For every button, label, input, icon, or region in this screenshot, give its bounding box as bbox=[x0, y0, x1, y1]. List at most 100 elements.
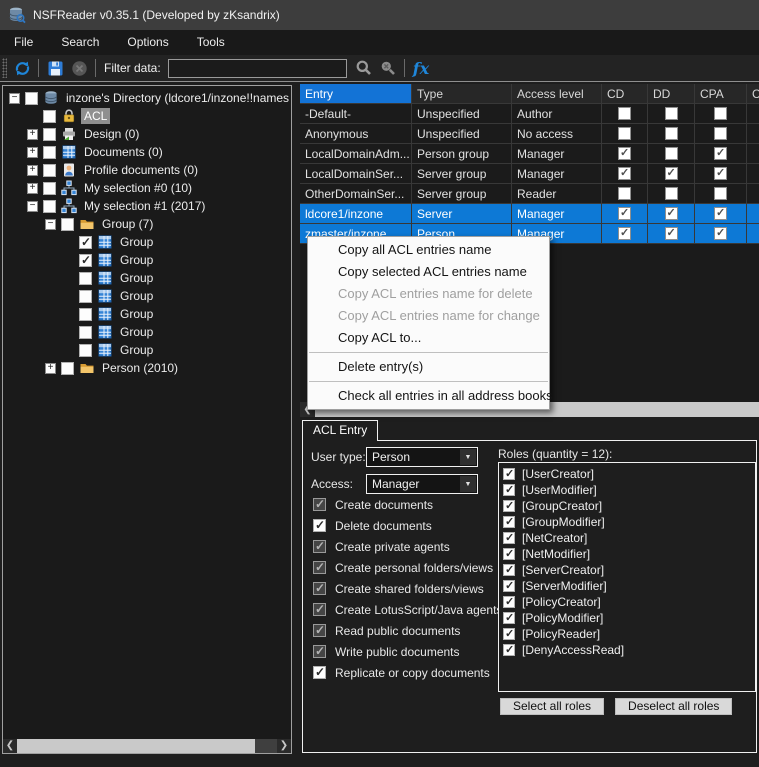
row-checkbox[interactable] bbox=[618, 227, 631, 240]
tree-item[interactable]: Group bbox=[63, 305, 291, 323]
tree-checkbox[interactable] bbox=[79, 254, 92, 267]
row-checkbox[interactable] bbox=[714, 167, 727, 180]
role-checkbox[interactable] bbox=[503, 580, 515, 592]
table-row[interactable]: OtherDomainSer...Server groupReader bbox=[300, 184, 759, 204]
context-menu-item-check-all-entries-in-all-address-books[interactable]: Check all entries in all address books bbox=[308, 385, 549, 407]
role-item[interactable]: [PolicyCreator] bbox=[503, 594, 751, 610]
tree-item[interactable]: +Profile documents (0) bbox=[27, 161, 291, 179]
context-menu-item-delete-entry-s[interactable]: Delete entry(s) bbox=[308, 356, 549, 378]
row-checkbox[interactable] bbox=[618, 187, 631, 200]
select-all-roles-button[interactable]: Select all roles bbox=[500, 698, 604, 715]
role-item[interactable]: [PolicyReader] bbox=[503, 626, 751, 642]
role-checkbox[interactable] bbox=[503, 484, 515, 496]
table-row[interactable]: -Default-UnspecifiedAuthor bbox=[300, 104, 759, 124]
formula-fx-button[interactable]: fx bbox=[409, 59, 433, 78]
role-checkbox[interactable] bbox=[503, 628, 515, 640]
table-row[interactable]: ldcore1/inzoneServerManager bbox=[300, 204, 759, 224]
user-type-select[interactable]: Person ▼ bbox=[366, 447, 478, 467]
tree-horizontal-scrollbar[interactable]: ❮ ❯ bbox=[3, 739, 291, 753]
deselect-all-roles-button[interactable]: Deselect all roles bbox=[615, 698, 732, 715]
tree-item[interactable]: +Documents (0) bbox=[27, 143, 291, 161]
column-header-dd[interactable]: DD bbox=[648, 84, 695, 103]
tree-checkbox[interactable] bbox=[43, 110, 56, 123]
scroll-right-icon[interactable]: ❯ bbox=[277, 739, 291, 753]
tree-checkbox[interactable] bbox=[43, 146, 56, 159]
tree-item[interactable]: Group bbox=[63, 269, 291, 287]
tree-item[interactable]: Group bbox=[63, 233, 291, 251]
row-checkbox[interactable] bbox=[714, 107, 727, 120]
role-checkbox[interactable] bbox=[503, 612, 515, 624]
row-checkbox[interactable] bbox=[665, 207, 678, 220]
role-checkbox[interactable] bbox=[503, 532, 515, 544]
tree-item[interactable]: ACL bbox=[27, 107, 291, 125]
row-checkbox[interactable] bbox=[714, 147, 727, 160]
filter-input[interactable] bbox=[168, 59, 347, 78]
row-checkbox[interactable] bbox=[618, 207, 631, 220]
row-checkbox[interactable] bbox=[618, 167, 631, 180]
tree-checkbox[interactable] bbox=[79, 290, 92, 303]
context-menu-item-copy-acl-to[interactable]: Copy ACL to... bbox=[308, 327, 549, 349]
table-row[interactable]: AnonymousUnspecifiedNo access bbox=[300, 124, 759, 144]
role-item[interactable]: [UserCreator] bbox=[503, 466, 751, 482]
role-item[interactable]: [GroupCreator] bbox=[503, 498, 751, 514]
tree-item[interactable]: +Design (0) bbox=[27, 125, 291, 143]
toolbar-grip[interactable] bbox=[2, 58, 7, 78]
role-checkbox[interactable] bbox=[503, 468, 515, 480]
table-row[interactable]: LocalDomainSer...Server groupManager bbox=[300, 164, 759, 184]
refresh-button[interactable] bbox=[10, 57, 34, 79]
menu-search[interactable]: Search bbox=[47, 30, 113, 55]
role-item[interactable]: [PolicyModifier] bbox=[503, 610, 751, 626]
table-row[interactable]: LocalDomainAdm...Person groupManager bbox=[300, 144, 759, 164]
row-checkbox[interactable] bbox=[665, 107, 678, 120]
tree-checkbox[interactable] bbox=[79, 236, 92, 249]
role-item[interactable]: [ServerModifier] bbox=[503, 578, 751, 594]
tab-acl-entry[interactable]: ACL Entry bbox=[302, 420, 378, 441]
role-item[interactable]: [DenyAccessRead] bbox=[503, 642, 751, 658]
role-checkbox[interactable] bbox=[503, 500, 515, 512]
save-button[interactable] bbox=[43, 57, 67, 79]
tree-checkbox[interactable] bbox=[79, 272, 92, 285]
column-header-cp[interactable]: CP bbox=[747, 84, 759, 103]
row-checkbox[interactable] bbox=[618, 127, 631, 140]
column-header-cpa[interactable]: CPA bbox=[695, 84, 747, 103]
tree-checkbox[interactable] bbox=[61, 362, 74, 375]
tree-item[interactable]: −Group (7) bbox=[45, 215, 291, 233]
role-checkbox[interactable] bbox=[503, 644, 515, 656]
role-checkbox[interactable] bbox=[503, 516, 515, 528]
scroll-left-icon[interactable]: ❮ bbox=[3, 739, 17, 753]
tree-item[interactable]: Group bbox=[63, 341, 291, 359]
row-checkbox[interactable] bbox=[665, 167, 678, 180]
role-item[interactable]: [NetCreator] bbox=[503, 530, 751, 546]
tree-checkbox[interactable] bbox=[43, 182, 56, 195]
row-checkbox[interactable] bbox=[714, 187, 727, 200]
menu-file[interactable]: File bbox=[0, 30, 47, 55]
row-checkbox[interactable] bbox=[665, 127, 678, 140]
tree-expander-icon[interactable]: + bbox=[45, 363, 56, 374]
row-checkbox[interactable] bbox=[714, 127, 727, 140]
role-item[interactable]: [GroupModifier] bbox=[503, 514, 751, 530]
role-item[interactable]: [UserModifier] bbox=[503, 482, 751, 498]
tree-item[interactable]: Group bbox=[63, 287, 291, 305]
scrollbar-thumb[interactable] bbox=[17, 739, 255, 753]
tree-checkbox[interactable] bbox=[79, 308, 92, 321]
column-header-type[interactable]: Type bbox=[412, 84, 512, 103]
row-checkbox[interactable] bbox=[618, 107, 631, 120]
menu-options[interactable]: Options bbox=[113, 30, 182, 55]
tree-item[interactable]: −My selection #1 (2017) bbox=[27, 197, 291, 215]
tree-checkbox[interactable] bbox=[43, 200, 56, 213]
menu-tools[interactable]: Tools bbox=[183, 30, 239, 55]
tree-expander-icon[interactable]: + bbox=[27, 129, 38, 140]
row-checkbox[interactable] bbox=[665, 227, 678, 240]
row-checkbox[interactable] bbox=[665, 187, 678, 200]
tree-item[interactable]: Group bbox=[63, 323, 291, 341]
tree-checkbox[interactable] bbox=[79, 326, 92, 339]
tree-expander-icon[interactable]: − bbox=[45, 219, 56, 230]
row-checkbox[interactable] bbox=[714, 207, 727, 220]
tree-expander-icon[interactable]: + bbox=[27, 147, 38, 158]
role-checkbox[interactable] bbox=[503, 548, 515, 560]
context-menu-item-copy-all-acl-entries-name[interactable]: Copy all ACL entries name bbox=[308, 239, 549, 261]
tree-expander-icon[interactable]: − bbox=[9, 93, 20, 104]
tree-expander-icon[interactable]: + bbox=[27, 183, 38, 194]
access-select[interactable]: Manager ▼ bbox=[366, 474, 478, 494]
column-header-entry[interactable]: Entry bbox=[300, 84, 412, 103]
